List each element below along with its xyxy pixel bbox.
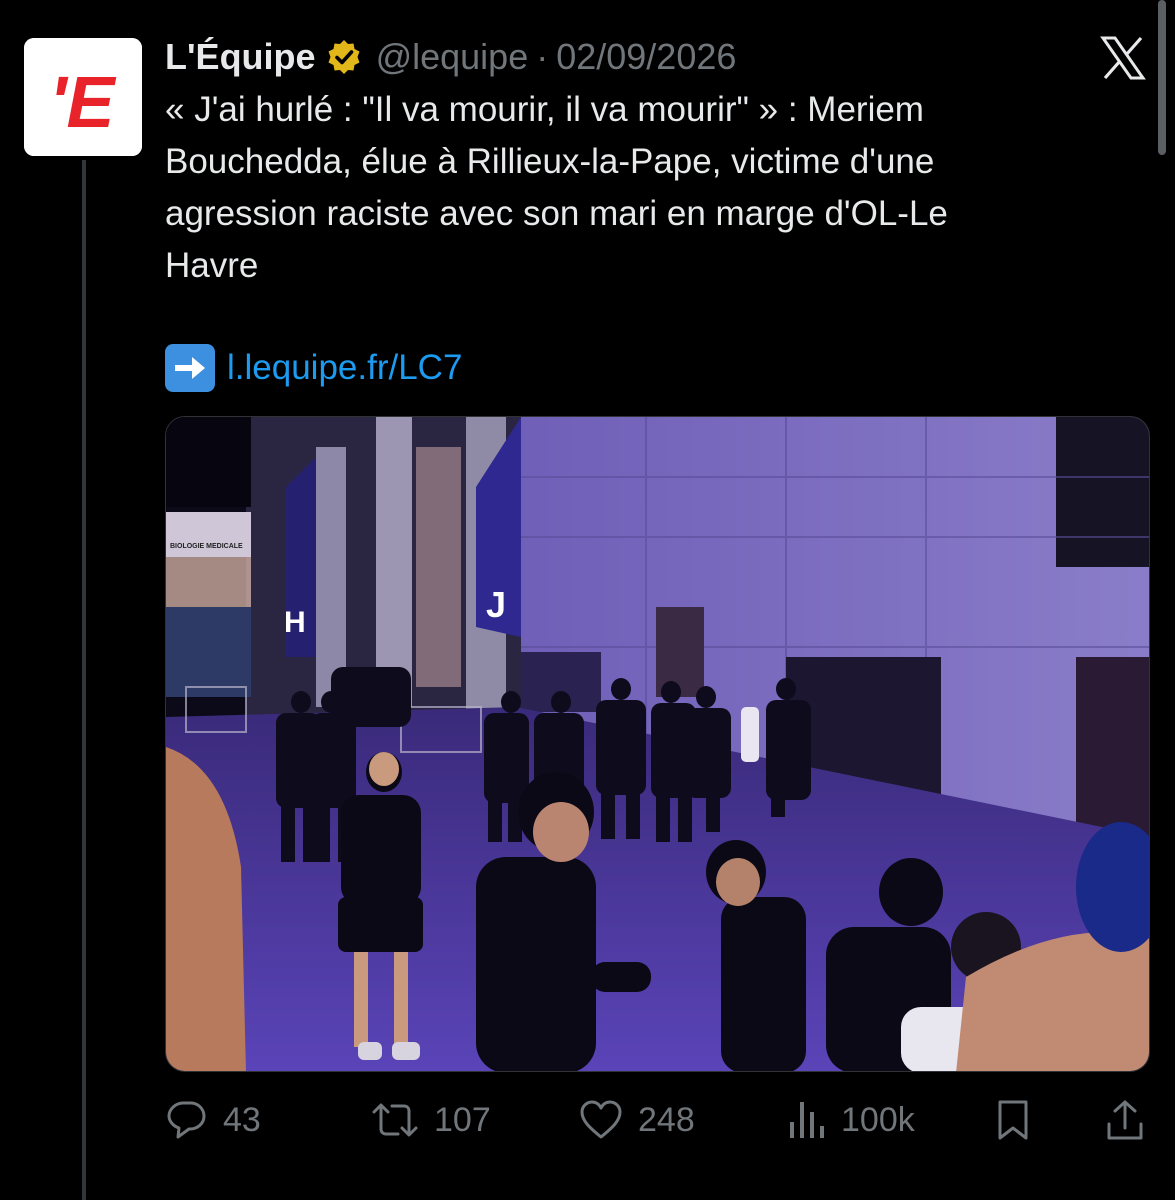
tweet-header: L'Équipe @lequipe · 02/09/2026 (165, 32, 736, 82)
avatar[interactable]: 'E (24, 38, 142, 156)
reply-icon (167, 1101, 206, 1139)
x-logo-icon[interactable] (1100, 36, 1146, 80)
tweet-text-line: agression raciste avec son mari en marge… (165, 194, 948, 233)
tweet-date[interactable]: 02/09/2026 (556, 36, 736, 78)
views-count: 100k (841, 1100, 915, 1139)
tweet-actions-bar: 43 107 248 100k (165, 1090, 1145, 1150)
photo-letter-j: J (486, 584, 506, 625)
reply-count: 43 (223, 1100, 261, 1139)
article-link[interactable]: l.lequipe.fr/LC7 (227, 348, 462, 388)
tweet-text: « J'ai hurlé : "Il va mourir, il va mour… (165, 84, 1095, 292)
bookmark-button[interactable] (995, 1090, 1031, 1150)
tweet-link-line: l.lequipe.fr/LC7 (165, 342, 462, 394)
share-button[interactable] (1105, 1090, 1145, 1150)
account-name[interactable]: L'Équipe (165, 36, 316, 78)
photo-letter-h: H (284, 606, 306, 639)
views-icon (790, 1102, 824, 1138)
scrollbar[interactable] (1158, 0, 1166, 155)
tweet-text-line: Bouchedda, élue à Rillieux-la-Pape, vict… (165, 142, 935, 181)
tweet-text-line: « J'ai hurlé : "Il va mourir, il va mour… (165, 90, 924, 129)
avatar-logo-text: 'E (49, 63, 116, 143)
repost-count: 107 (434, 1100, 491, 1139)
reply-button[interactable]: 43 (165, 1090, 261, 1150)
tweet-text-line: Havre (165, 246, 259, 285)
stadium-night-photo: BIOLOGIE MEDICALE H J (166, 417, 1149, 1071)
account-handle[interactable]: @lequipe (376, 36, 529, 78)
gold-verified-badge-icon[interactable] (326, 39, 362, 75)
like-button[interactable]: 248 (578, 1090, 695, 1150)
photo-sign-text: BIOLOGIE MEDICALE (170, 543, 243, 550)
stadium-door (1076, 657, 1149, 842)
repost-button[interactable]: 107 (370, 1090, 491, 1150)
header-separator: · (536, 36, 549, 77)
right-arrow-emoji-icon (165, 344, 215, 392)
like-count: 248 (638, 1100, 695, 1139)
views-button[interactable]: 100k (787, 1090, 915, 1150)
lequipe-logo-icon: 'E (24, 38, 142, 156)
tweet-photo[interactable]: BIOLOGIE MEDICALE H J (165, 416, 1150, 1072)
heart-icon (580, 1100, 622, 1139)
thread-line (82, 160, 86, 1200)
share-icon (1107, 1100, 1143, 1140)
repost-icon (372, 1103, 418, 1137)
bookmark-icon (998, 1100, 1028, 1140)
